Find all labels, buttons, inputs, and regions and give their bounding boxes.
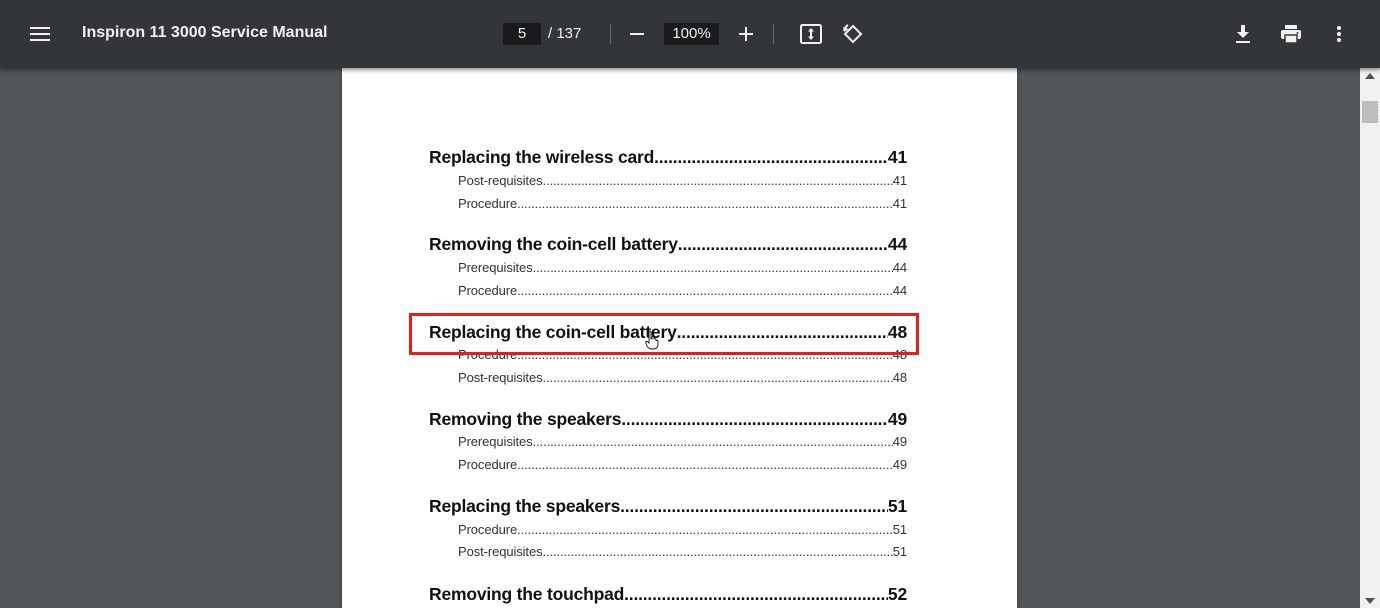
toc-subentry-title: Procedure xyxy=(458,522,518,537)
toc-entry[interactable]: Replacing the speakers 51 xyxy=(429,496,907,517)
toc-subentry-page: 51 xyxy=(892,544,907,559)
toc-subentry[interactable]: Post-requisites 48 xyxy=(458,370,907,385)
more-options-button[interactable] xyxy=(1323,18,1355,50)
zoom-out-button[interactable] xyxy=(621,18,653,50)
toc-entry-page: 52 xyxy=(887,584,907,604)
plus-icon xyxy=(739,27,753,41)
toc-subentry-page: 49 xyxy=(892,434,907,449)
toolbar-divider xyxy=(773,24,774,44)
download-icon xyxy=(1236,25,1250,43)
scroll-down-arrow-icon[interactable] xyxy=(1365,598,1375,604)
toc-entry-page: 51 xyxy=(887,496,907,516)
scrollbar-thumb[interactable] xyxy=(1362,101,1378,123)
toolbar-divider xyxy=(610,24,611,44)
toc-entry[interactable]: Removing the coin-cell battery 44 xyxy=(429,234,907,255)
toc-entry[interactable]: Replacing the wireless card 41 xyxy=(429,147,907,168)
toc-subentry[interactable]: Prerequisites 49 xyxy=(458,434,907,449)
toc-subentry-page: 44 xyxy=(892,260,907,275)
toc-entry-page: 41 xyxy=(887,147,907,167)
print-icon xyxy=(1281,25,1301,44)
fit-page-button[interactable] xyxy=(795,18,827,50)
toc-subentry-title: Prerequisites xyxy=(458,260,533,275)
toc-subentry-title: Procedure xyxy=(458,283,518,298)
toc-entry[interactable]: Removing the speakers 49 xyxy=(429,409,907,430)
zoom-level-input[interactable]: 100% xyxy=(664,23,719,45)
toc-entry-title: Removing the speakers xyxy=(429,409,622,429)
toc-entry-title: Removing the coin-cell battery xyxy=(429,234,678,254)
toc-subentry-page: 49 xyxy=(892,457,907,472)
pdf-toolbar: Inspiron 11 3000 Service Manual 5 / 137 … xyxy=(0,0,1380,68)
print-button[interactable] xyxy=(1275,18,1307,50)
toc-subentry-title: Procedure xyxy=(458,196,518,211)
toc-subentry-page: 48 xyxy=(892,370,907,385)
toc-subentry[interactable]: Prerequisites 44 xyxy=(458,260,907,275)
toc-subentry-page: 41 xyxy=(892,196,907,211)
toc-entry-title: Removing the touchpad xyxy=(429,584,625,604)
zoom-in-button[interactable] xyxy=(730,18,762,50)
toc-subentry[interactable]: Post-requisites 51 xyxy=(458,544,907,559)
toc-entry[interactable]: Removing the touchpad 52 xyxy=(429,584,907,605)
toc-subentry-title: Post-requisites xyxy=(458,544,543,559)
page-total: / 137 xyxy=(548,25,582,42)
toc-subentry-page: 51 xyxy=(892,522,907,537)
vertical-scrollbar[interactable] xyxy=(1360,68,1380,608)
toc-subentry[interactable]: Procedure 41 xyxy=(458,196,907,211)
highlight-annotation-box xyxy=(409,313,919,355)
minus-icon xyxy=(630,33,644,35)
document-title: Inspiron 11 3000 Service Manual xyxy=(82,24,328,41)
rotate-icon xyxy=(843,24,863,44)
toc-subentry[interactable]: Procedure 51 xyxy=(458,522,907,537)
toc-subentry-title: Procedure xyxy=(458,457,518,472)
toc-entry-page: 44 xyxy=(887,234,907,254)
toc-subentry[interactable]: Post-requisites 41 xyxy=(458,173,907,188)
more-vert-icon xyxy=(1337,26,1341,42)
rotate-button[interactable] xyxy=(837,18,869,50)
toc-subentry[interactable]: Procedure 49 xyxy=(458,457,907,472)
toc-subentry-title: Prerequisites xyxy=(458,434,533,449)
page-number-input[interactable]: 5 xyxy=(503,23,541,45)
toc-entry-title: Replacing the wireless card xyxy=(429,147,655,167)
toc-subentry-title: Post-requisites xyxy=(458,370,543,385)
menu-icon[interactable] xyxy=(24,18,56,50)
toc-entry-title: Replacing the speakers xyxy=(429,496,621,516)
toc-subentry[interactable]: Procedure 44 xyxy=(458,283,907,298)
toc-subentry-page: 44 xyxy=(892,283,907,298)
toc-subentry-title: Post-requisites xyxy=(458,173,543,188)
download-button[interactable] xyxy=(1227,18,1259,50)
scroll-up-arrow-icon[interactable] xyxy=(1365,73,1375,79)
toc-subentry-page: 41 xyxy=(892,173,907,188)
fit-page-icon xyxy=(800,24,822,44)
toc-entry-page: 49 xyxy=(887,409,907,429)
hand-cursor-icon xyxy=(645,330,659,355)
